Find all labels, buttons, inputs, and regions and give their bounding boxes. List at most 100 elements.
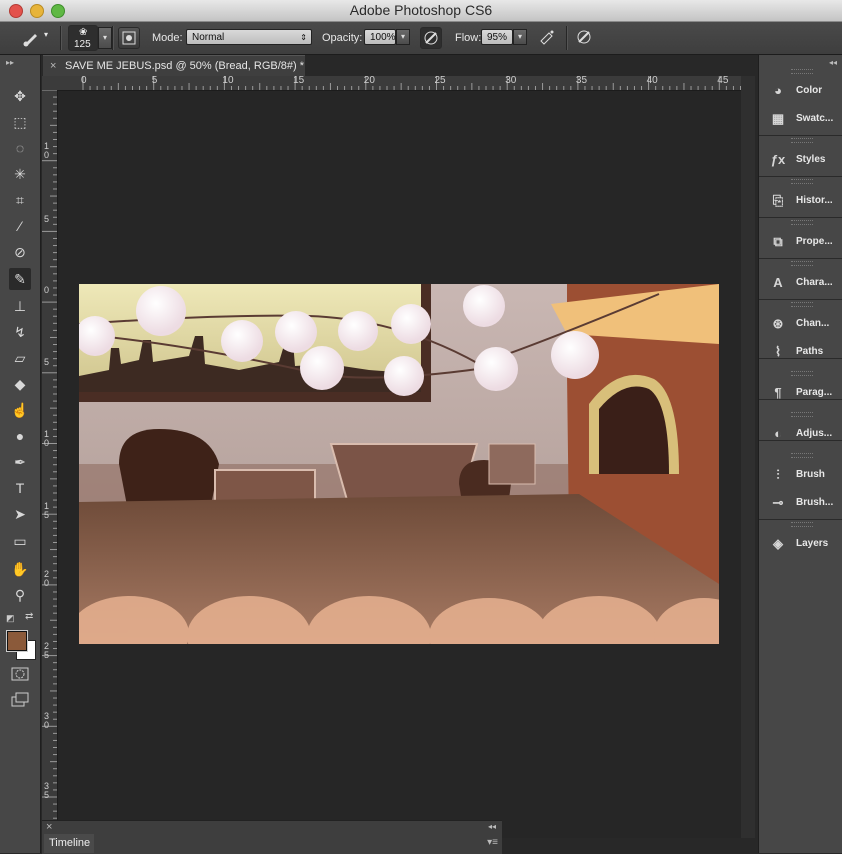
- brush-preset-picker[interactable]: ❀ 125: [68, 25, 98, 51]
- type-tool[interactable]: T: [9, 477, 31, 499]
- panel-button-brush-presets[interactable]: ⊸ Brush...: [759, 491, 842, 515]
- brush-presets-icon: ⊸: [772, 495, 784, 510]
- color-icon: ◕: [774, 83, 782, 98]
- panel-group-grip[interactable]: [791, 302, 813, 307]
- panel-button-paths[interactable]: ⌇ Paths: [759, 340, 842, 364]
- zoom-icon: ⚲: [14, 586, 26, 603]
- panel-label: Prope...: [796, 236, 833, 247]
- path-selection-tool[interactable]: ➤: [9, 503, 31, 525]
- channels-icon: ⊛: [772, 316, 784, 331]
- chevron-down-icon[interactable]: ▾: [44, 30, 48, 39]
- dodge-tool[interactable]: ●: [9, 425, 31, 447]
- lasso-tool[interactable]: ◌: [9, 137, 31, 159]
- collapse-timeline-icon[interactable]: ◂◂: [488, 822, 496, 831]
- foreground-color-swatch[interactable]: [6, 630, 28, 652]
- panel-group-grip[interactable]: [791, 453, 813, 458]
- collapse-dock-icon[interactable]: ◂◂: [829, 58, 837, 67]
- pen-pressure-icon: [424, 31, 438, 45]
- vertical-scrollbar[interactable]: [741, 76, 755, 838]
- panel-button-swatches[interactable]: ▦ Swatc...: [759, 107, 842, 131]
- panel-button-color[interactable]: ◕ Color: [759, 79, 842, 103]
- mode-select[interactable]: Normal ⇕: [186, 29, 312, 45]
- opacity-input[interactable]: 100%: [364, 29, 396, 45]
- vertical-ruler[interactable]: 1 0 5 0 5 1 0 1 5 2 0 2 5 3 0 3 5: [42, 90, 58, 820]
- spot-healing-tool[interactable]: ⊘: [9, 241, 31, 263]
- brush-size-value: 125: [74, 39, 91, 50]
- ruler-label: 10: [222, 75, 234, 86]
- pressure-opacity-button[interactable]: [420, 27, 442, 49]
- panel-group-grip[interactable]: [791, 179, 813, 184]
- horizontal-ruler[interactable]: 0 5 10 15 20 25 30 35 40 45: [58, 75, 741, 91]
- ruler-label: 1 0: [44, 429, 50, 448]
- panel-group-grip[interactable]: [791, 371, 813, 376]
- quick-mask-button[interactable]: [9, 663, 31, 685]
- marquee-icon: ⬚: [13, 113, 27, 130]
- panel-button-styles[interactable]: ƒx Styles: [759, 148, 842, 172]
- adjustments-icon: ◐: [774, 426, 782, 441]
- pressure-size-button[interactable]: [574, 27, 596, 49]
- flow-label: Flow:: [455, 32, 482, 44]
- mode-label: Mode:: [152, 32, 183, 44]
- zoom-tool[interactable]: ⚲: [9, 584, 31, 606]
- hand-icon: ✋: [11, 560, 29, 577]
- panel-button-history[interactable]: ⎘ Histor...: [759, 189, 842, 213]
- eraser-tool[interactable]: ▱: [9, 347, 31, 369]
- opacity-dropdown[interactable]: ▾: [396, 29, 410, 45]
- mode-value: Normal: [192, 32, 225, 43]
- panel-dock: ◂◂ ◕ Color ▦ Swatc... ƒx Styles ⎘ Histor... ⧉ Pro…: [758, 55, 842, 853]
- panel-button-adjustments[interactable]: ◐ Adjus...: [759, 422, 842, 446]
- magic-wand-tool[interactable]: ✳: [9, 163, 31, 185]
- clone-stamp-tool[interactable]: ⊥: [9, 295, 31, 317]
- panel-button-layers[interactable]: ◈ Layers: [759, 532, 842, 556]
- panel-button-paragraph[interactable]: ¶ Parag...: [759, 381, 842, 405]
- updown-arrows-icon: ⇕: [300, 33, 307, 42]
- panel-button-properties[interactable]: ⧉ Prope...: [759, 230, 842, 254]
- tool-preset-picker[interactable]: [20, 27, 42, 49]
- move-tool[interactable]: ✥: [9, 85, 31, 107]
- paragraph-icon: ¶: [774, 385, 782, 400]
- panel-button-channels[interactable]: ⊛ Chan...: [759, 312, 842, 336]
- panel-group-grip[interactable]: [791, 138, 813, 143]
- expand-toolbox-icon[interactable]: ▸▸: [6, 58, 14, 67]
- marquee-tool[interactable]: ⬚: [9, 111, 31, 133]
- brush-panel-toggle-button[interactable]: [118, 27, 140, 49]
- pen-tool[interactable]: ✒: [9, 451, 31, 473]
- brush-tool[interactable]: ✎: [9, 268, 31, 290]
- hand-tool[interactable]: ✋: [9, 558, 31, 580]
- smudge-tool[interactable]: ☝: [9, 399, 31, 421]
- styles-icon: ƒx: [770, 152, 786, 167]
- panel-group-grip[interactable]: [791, 412, 813, 417]
- panel-label: Color: [796, 85, 823, 96]
- divider: [60, 26, 62, 50]
- panel-group-grip[interactable]: [791, 220, 813, 225]
- paint-bucket-tool[interactable]: ◆: [9, 373, 31, 395]
- panel-group-grip[interactable]: [791, 261, 813, 266]
- default-colors-icon[interactable]: ◩: [6, 613, 15, 624]
- panel-group-grip[interactable]: [791, 522, 813, 527]
- eyedropper-tool[interactable]: ⁄: [9, 215, 31, 237]
- brush-panel-icon: [122, 31, 136, 45]
- flow-dropdown[interactable]: ▾: [513, 29, 527, 45]
- flow-input[interactable]: 95%: [481, 29, 513, 45]
- close-timeline-icon[interactable]: ×: [46, 821, 52, 833]
- paint-bucket-icon: ◆: [14, 375, 26, 392]
- history-brush-tool[interactable]: ↯: [9, 321, 31, 343]
- panel-menu-icon[interactable]: ▾≡: [487, 837, 498, 848]
- swap-colors-icon[interactable]: ⇄: [25, 611, 33, 622]
- screen-mode-button[interactable]: [9, 689, 31, 711]
- panel-group-grip[interactable]: [791, 69, 813, 74]
- panel-button-character[interactable]: A Chara...: [759, 271, 842, 295]
- rectangle-tool[interactable]: ▭: [9, 530, 31, 552]
- crop-tool[interactable]: ⌗: [9, 189, 31, 211]
- tab-timeline[interactable]: Timeline: [44, 834, 94, 853]
- panel-divider: [759, 258, 842, 259]
- close-document-icon[interactable]: ×: [50, 56, 56, 76]
- document-tab[interactable]: × SAVE ME JEBUS.psd @ 50% (Bread, RGB/8#…: [43, 55, 305, 76]
- airbrush-button[interactable]: [537, 27, 559, 49]
- ruler-origin[interactable]: [42, 76, 58, 90]
- canvas-artwork[interactable]: [79, 284, 719, 644]
- panel-button-brush[interactable]: ⫶ Brush: [759, 463, 842, 487]
- ruler-label: 1 0: [44, 141, 50, 160]
- brush-preset-dropdown[interactable]: ▾: [98, 27, 112, 49]
- panel-divider: [759, 519, 842, 520]
